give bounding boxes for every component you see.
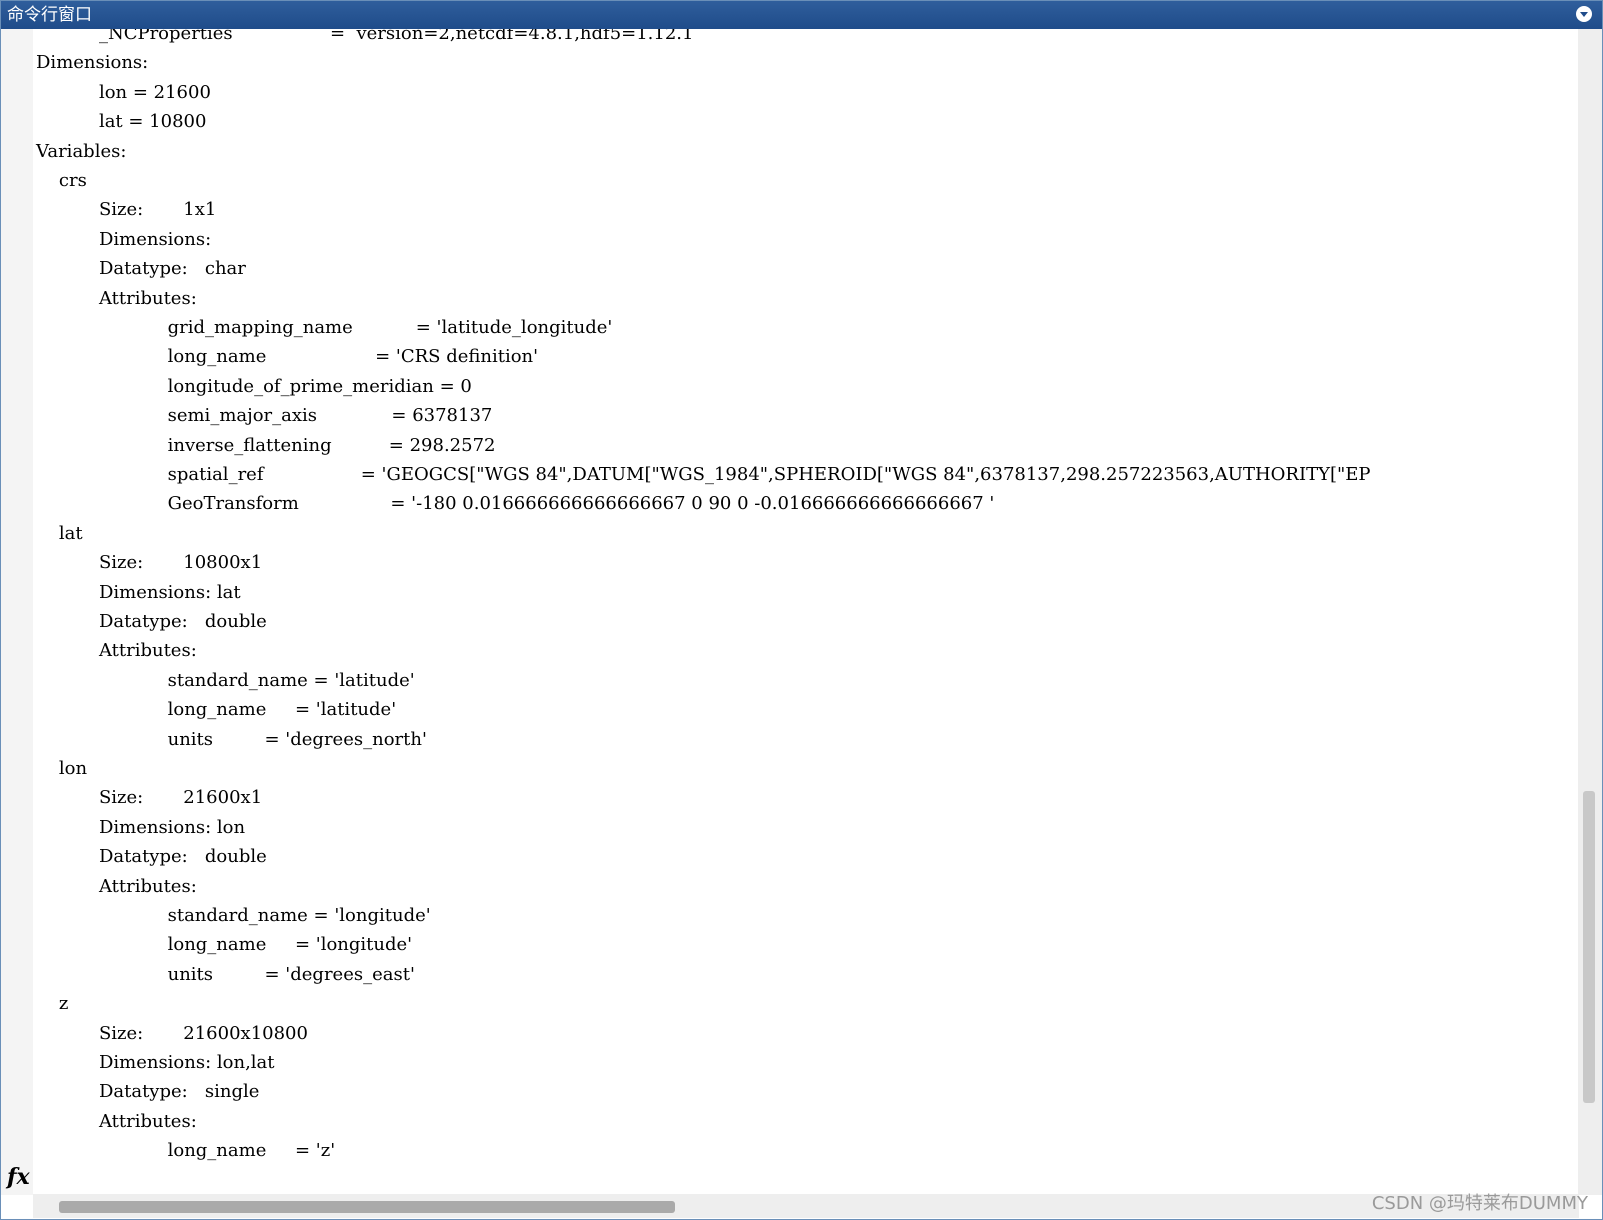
output-line: crs — [36, 170, 87, 191]
command-window: 命令行窗口 _NCProperties = version=2,netcdf=4… — [0, 0, 1603, 1220]
output-line: Size: 1x1 — [36, 199, 217, 221]
vertical-scroll-thumb[interactable] — [1583, 791, 1595, 1103]
output-line: Dimensions: lon,lat — [36, 1052, 275, 1073]
output-line: Datatype: double — [36, 846, 267, 868]
output-line: Dimensions: lat — [36, 581, 241, 603]
output-line: units = 'degrees_east' — [36, 963, 415, 985]
output-line: _NCProperties = version=2,netcdf=4.8.1,h… — [36, 29, 694, 44]
output-line: long_name = 'z' — [36, 1140, 336, 1162]
window-menu-chevron-icon[interactable] — [1576, 6, 1592, 22]
title-bar: 命令行窗口 — [1, 1, 1602, 29]
output-line: units = 'degrees_north' — [36, 728, 427, 750]
output-line: long_name = 'longitude' — [36, 934, 413, 956]
watermark: CSDN @玛特莱布DUMMY — [1371, 1193, 1588, 1214]
output-line: Datatype: char — [36, 258, 246, 280]
fx-function-browser-icon[interactable]: fx — [7, 1164, 30, 1190]
output-line: lon — [36, 758, 88, 779]
output-line: semi_major_axis = 6378137 — [36, 405, 493, 427]
output-line: Datatype: single — [36, 1081, 260, 1103]
output-line: grid_mapping_name = 'latitude_longitude' — [36, 317, 613, 338]
output-line: Attributes: — [36, 875, 197, 897]
horizontal-scrollbar[interactable] — [33, 1194, 1579, 1218]
vertical-scrollbar[interactable] — [1578, 29, 1602, 1195]
output-line: Dimensions: — [36, 52, 149, 74]
output-line: lat = 10800 — [36, 111, 207, 133]
output-line: Attributes: — [36, 1110, 197, 1132]
output-line: Size: 10800x1 — [36, 552, 263, 574]
output-line: lat — [36, 522, 83, 544]
output-line: Dimensions: — [36, 228, 217, 250]
output-line: long_name = 'latitude' — [36, 699, 397, 721]
output-line: Attributes: — [36, 287, 197, 309]
command-output[interactable]: _NCProperties = version=2,netcdf=4.8.1,h… — [33, 29, 1577, 1195]
output-line: GeoTransform = '-180 0.01666666666666666… — [36, 493, 995, 515]
horizontal-scroll-thumb[interactable] — [59, 1201, 675, 1213]
output-line: Variables: — [36, 140, 127, 162]
output-line: standard_name = 'longitude' — [36, 905, 431, 926]
output-line: Size: 21600x10800 — [36, 1022, 308, 1044]
output-line: z — [36, 993, 69, 1015]
output-line: lon = 21600 — [36, 81, 211, 103]
output-line: inverse_flattening = 298.2572 — [36, 434, 496, 456]
output-line: spatial_ref = 'GEOGCS["WGS 84",DATUM["WG… — [36, 464, 1371, 485]
output-line: Size: 21600x1 — [36, 787, 263, 809]
output-line: Datatype: double — [36, 611, 267, 632]
left-gutter — [1, 29, 33, 1195]
output-line: long_name = 'CRS definition' — [36, 346, 539, 368]
output-line: Dimensions: lon — [36, 816, 246, 838]
output-line: Attributes: — [36, 640, 197, 662]
window-title: 命令行窗口 — [7, 5, 92, 25]
output-line: longitude_of_prime_meridian = 0 — [36, 375, 472, 397]
output-line: standard_name = 'latitude' — [36, 669, 415, 691]
